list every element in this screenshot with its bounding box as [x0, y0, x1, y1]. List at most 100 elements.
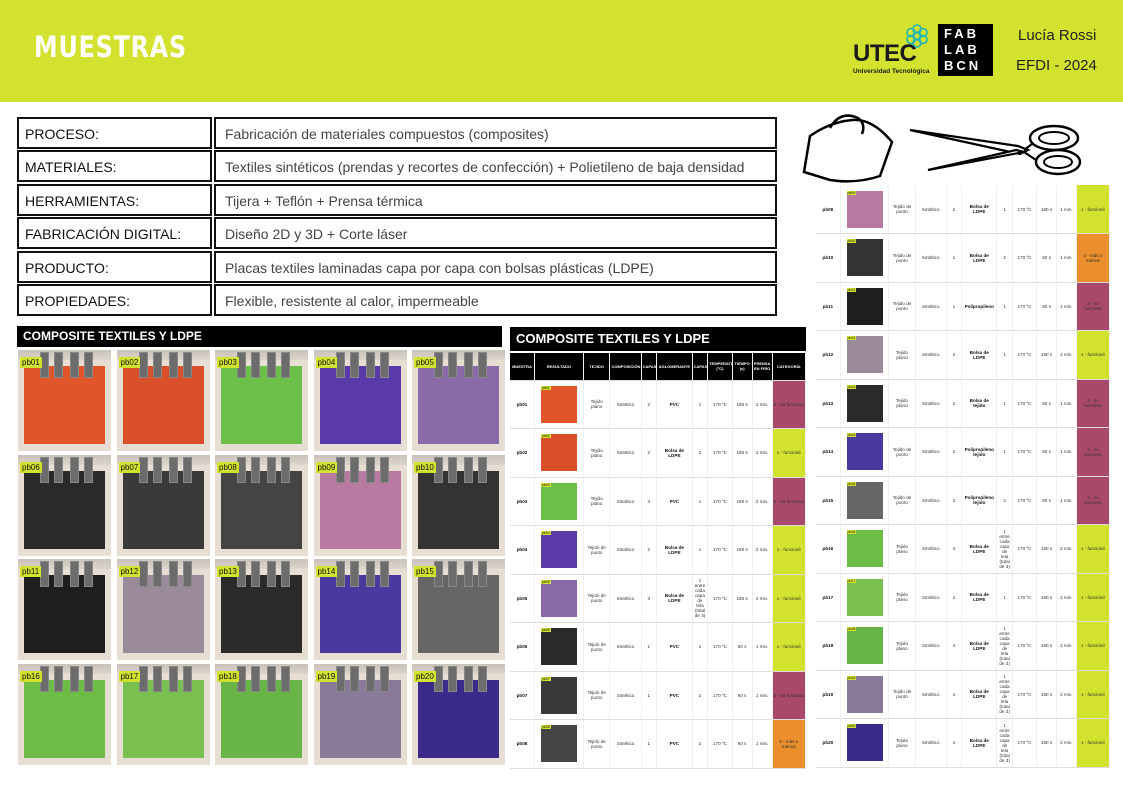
table-title: COMPOSITE TEXTILES Y LDPE — [510, 327, 806, 351]
sample-photo: pb11 — [18, 559, 111, 660]
result-thumbnail: pb17 — [840, 573, 890, 622]
cell-comp: Sintético — [915, 233, 947, 283]
thumbnail-label: pb15 — [846, 481, 857, 486]
sample-photo: pb04 — [313, 350, 407, 451]
thumbnail-label: pb11 — [846, 287, 857, 292]
cell-capas_aglo: 2 — [692, 719, 709, 769]
cell-temp: 170 ºC — [1012, 621, 1038, 671]
table-row: pb08 pb08 Tejido de punto Sintético 1 PVC 2 170… — [510, 719, 807, 769]
clip-icon — [379, 456, 389, 483]
clip-icon — [448, 561, 457, 587]
info-label: PROCESO: — [17, 117, 212, 149]
sample-label: pb03 — [217, 357, 239, 368]
clip-icon — [84, 561, 93, 587]
sample-photo: pb07 — [116, 454, 210, 556]
info-row: PROPIEDADES: Flexible, resistente al calo… — [17, 284, 777, 316]
cell-cat: 1 - funcioné — [772, 574, 807, 623]
cell-capas_aglo: 1 — [692, 380, 709, 429]
sample-photo: pb09 — [313, 454, 407, 556]
thumbnail-swatch: pb05 — [540, 579, 577, 617]
cell-tejido: Tejido de punto — [583, 574, 611, 623]
thumbnail-label: pb14 — [846, 433, 857, 438]
cell-capas_aglo: 1 entre cada capa de tela (total de 3) — [996, 524, 1013, 574]
clip-icon — [182, 665, 192, 692]
table-header-cell: PRENSA EN FRÍO — [752, 353, 773, 381]
table-row: pb02 pb02 Tejido plano Sintético 2 Bolsa de L… — [510, 428, 807, 478]
cell-id: pb11 — [816, 282, 841, 331]
clip-icon — [478, 352, 487, 378]
sample-photo: pb19 — [313, 663, 407, 765]
sample-photo: pb05 — [412, 350, 505, 451]
info-label: HERRAMIENTAS: — [17, 184, 212, 216]
cell-tiempo: 180 s — [732, 428, 753, 478]
cell-aglo: Polipropileno tejido — [961, 476, 998, 525]
sample-label: pb07 — [118, 461, 141, 473]
cell-aglo: Bolsa de LDPE — [961, 233, 998, 283]
cell-comp: Sintético — [915, 670, 947, 719]
table-row: pb05 pb05 Tejido de punto Sintético 3 Bolsa d… — [510, 574, 807, 623]
info-value: Fabricación de materiales compuestos (co… — [214, 117, 777, 149]
cell-tiempo: 180 s — [732, 574, 753, 623]
cell-tiempo: 60 s — [1036, 233, 1057, 283]
cell-comp: Sintético — [915, 621, 947, 671]
cell-id: pb18 — [816, 621, 841, 671]
cell-capas_aglo: 1 — [996, 330, 1013, 380]
cell-prensa: 1 min. — [752, 719, 773, 769]
cell-capas_aglo: 1 — [996, 427, 1013, 477]
cell-id: pb10 — [816, 233, 841, 283]
thumbnail-swatch: pb18 — [846, 627, 883, 665]
cell-aglo: Bolsa de tejido — [961, 379, 998, 428]
sample-photo: pb02 — [116, 350, 210, 451]
thumbnail-swatch: pb19 — [846, 675, 883, 713]
thumbnail-swatch: pb10 — [846, 239, 883, 277]
thumbnail-swatch: pb04 — [540, 531, 577, 569]
cell-id: pb06 — [510, 622, 535, 672]
sample-photo: pb01 — [18, 350, 111, 451]
cell-capas: 2 — [946, 379, 963, 428]
thumbnail-swatch: pb08 — [540, 725, 577, 763]
cell-prensa: 2 min. — [752, 525, 773, 575]
thumbnail-swatch: pb02 — [540, 434, 577, 472]
clip-icon — [70, 352, 79, 378]
clip-icon — [281, 665, 290, 692]
clip-icon — [40, 561, 49, 587]
cell-tejido: Tejido plano — [583, 380, 611, 429]
cell-cat: 3 - no funciona — [772, 477, 807, 526]
cell-temp: 170 ºC — [707, 574, 733, 623]
cell-id: pb08 — [510, 719, 535, 769]
result-thumbnail: pb09 — [840, 185, 890, 234]
result-thumbnail: pb15 — [840, 476, 890, 525]
clip-icon — [70, 456, 79, 483]
cell-id: pb20 — [816, 718, 841, 768]
cell-capas: 2 — [641, 525, 658, 575]
cell-id: pb05 — [510, 574, 535, 623]
cell-tejido: Tejido de punto — [888, 670, 916, 719]
result-thumbnail: pb10 — [840, 233, 890, 283]
table-header-cell: TEMPERATURA (ºC) — [707, 353, 733, 381]
cell-tiempo: 60 s — [732, 671, 753, 720]
table-row: pb16 pb16 Tejido plano Sintético 4 Bolsa de L… — [816, 524, 1111, 574]
clip-icon — [54, 352, 63, 378]
thumbnail-label: pb04 — [540, 531, 551, 536]
sample-label: pb16 — [20, 670, 42, 682]
cell-aglo: Bolsa de LDPE — [961, 670, 998, 719]
sample-label: pb08 — [217, 461, 239, 473]
clip-icon — [464, 352, 473, 378]
cell-cat: 1 - funcioné — [772, 428, 807, 478]
table-header-cell: CATEGORÍA — [772, 353, 807, 381]
utec-logo: UTEC Universidad Tecnológica — [853, 24, 933, 80]
table-row: pb19 pb19 Tejido de punto Sintético 4 Bolsa d… — [816, 670, 1111, 719]
sample-photo: pb03 — [215, 350, 308, 451]
cell-capas: 4 — [946, 718, 963, 768]
cell-tiempo: 180 s — [732, 380, 753, 429]
cell-tejido: Tejido de punto — [888, 427, 916, 477]
cell-comp: Sintético — [915, 718, 947, 768]
gallery-title: COMPOSITE TEXTILES Y LDPE — [17, 326, 502, 347]
cell-capas_aglo: 1 — [996, 185, 1013, 234]
cell-cat: 1 - funcioné — [1076, 573, 1111, 622]
fablab-line: BCN — [944, 58, 982, 73]
cell-tejido: Tejido plano — [888, 621, 916, 671]
clip-icon — [281, 561, 290, 587]
clip-icon — [152, 561, 162, 587]
sample-label: pb01 — [20, 357, 42, 368]
